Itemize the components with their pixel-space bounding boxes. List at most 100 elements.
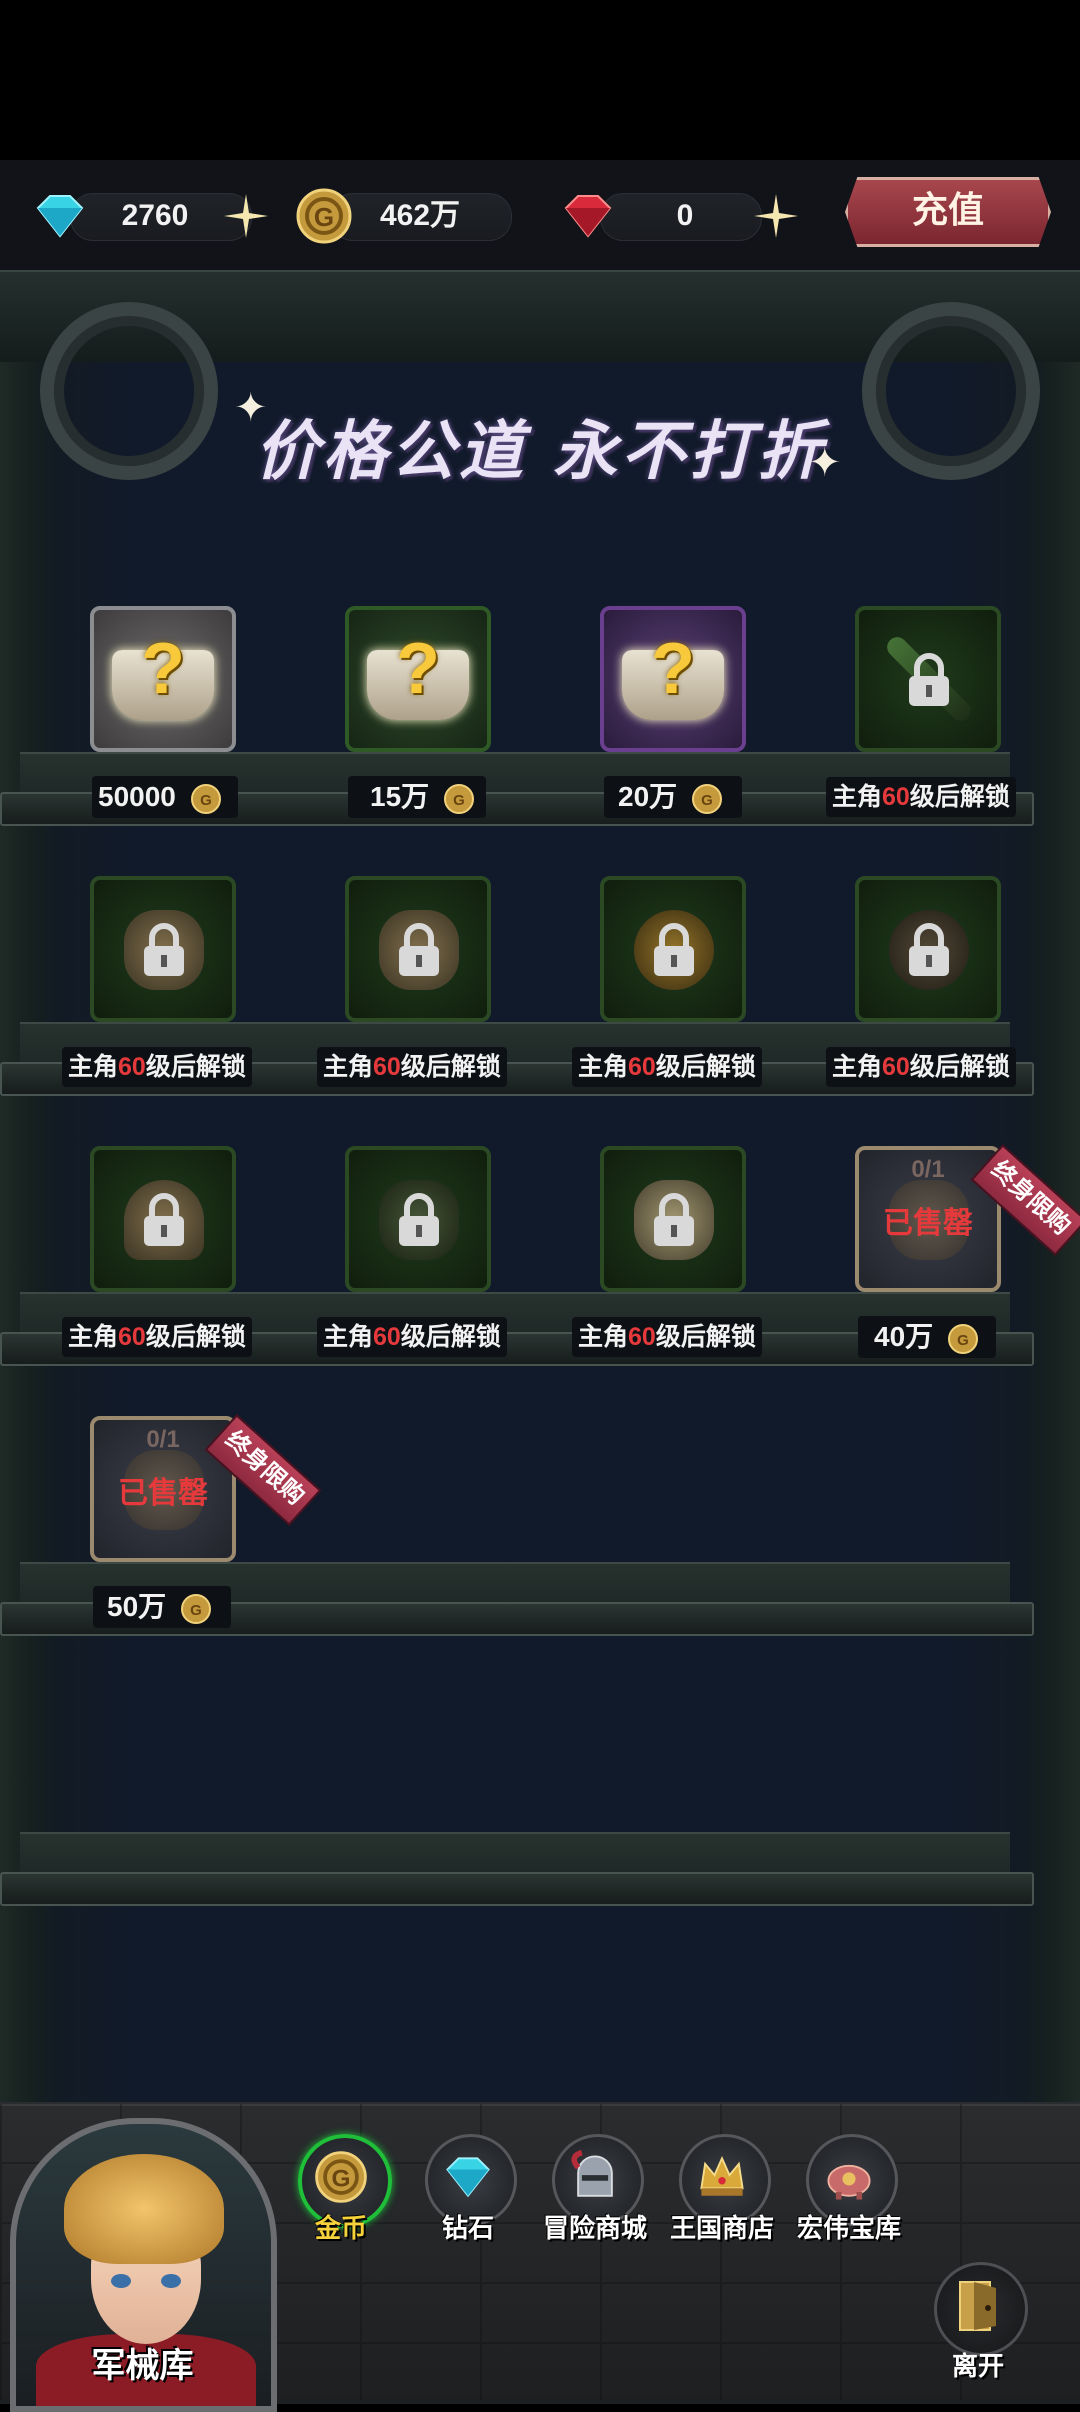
unlock-level: 60 <box>118 1053 146 1081</box>
exit-door-icon <box>959 2281 996 2331</box>
lock-icon <box>654 923 694 976</box>
price-value: 40万 <box>874 1321 934 1352</box>
lock-icon <box>654 1193 694 1246</box>
unlock-prefix: 主角 <box>323 1053 374 1081</box>
tab-grand-vault[interactable]: 宏伟宝库 <box>794 2134 904 2254</box>
locked-item-slot[interactable] <box>90 876 236 1022</box>
unlock-requirement: 主角60级后解锁 <box>317 1047 507 1087</box>
gold-coin-icon: G <box>315 2151 367 2203</box>
gold-coin-icon: G <box>443 783 474 814</box>
lock-icon <box>909 923 949 976</box>
svg-text:G: G <box>453 792 465 809</box>
locked-item-slot[interactable] <box>855 876 1001 1022</box>
tab-gold[interactable]: G 金币 <box>286 2134 396 2254</box>
unlock-requirement: 主角60级后解锁 <box>826 777 1016 817</box>
unlock-prefix: 主角 <box>578 1053 629 1081</box>
locked-item-slot[interactable] <box>855 606 1001 752</box>
locked-item-slot[interactable] <box>90 1146 236 1292</box>
mystery-chest-slot[interactable]: ? <box>600 606 746 752</box>
lock-icon <box>399 923 439 976</box>
sold-out-item-slot[interactable]: 0/1 已售罄 <box>855 1146 1001 1292</box>
locked-item-slot[interactable] <box>345 876 491 1022</box>
price-value: 50000 <box>98 781 176 812</box>
diamond-icon <box>36 195 84 238</box>
unlock-requirement: 主角60级后解锁 <box>826 1047 1016 1087</box>
price-value: 15万 <box>370 781 430 812</box>
unlock-level: 60 <box>373 1053 401 1081</box>
unlock-requirement: 主角60级后解锁 <box>572 1047 762 1087</box>
price-label: 50000 G <box>92 776 238 818</box>
gold-coin-icon: G <box>296 188 352 244</box>
price-label: 50万 G <box>93 1586 231 1628</box>
unlock-prefix: 主角 <box>832 1053 883 1081</box>
svg-text:G: G <box>332 2165 351 2192</box>
slogan-banner: 价格公道 永不打折 <box>0 400 1080 492</box>
unlock-requirement: 主角60级后解锁 <box>62 1047 252 1087</box>
unlock-suffix: 级后解锁 <box>909 783 1010 811</box>
question-mark-icon: ? <box>396 629 440 709</box>
unlock-suffix: 级后解锁 <box>145 1053 246 1081</box>
price-label: 20万 G <box>604 776 742 818</box>
leave-button[interactable]: 离开 <box>928 2262 1028 2392</box>
sold-out-label: 已售罄 <box>118 1477 208 1510</box>
price-value: 20万 <box>618 781 678 812</box>
svg-text:G: G <box>701 792 713 809</box>
armory-label: 军械库 <box>91 2347 194 2385</box>
tab-diamond[interactable]: 钻石 <box>413 2134 523 2254</box>
unlock-prefix: 主角 <box>578 1323 629 1351</box>
unlock-level: 60 <box>882 1053 910 1081</box>
plus-icon[interactable] <box>750 190 802 242</box>
unlock-level: 60 <box>628 1053 656 1081</box>
recharge-button[interactable]: 充值 <box>845 177 1051 247</box>
ruby-icon <box>564 195 612 238</box>
unlock-suffix: 级后解锁 <box>145 1323 246 1351</box>
svg-text:G: G <box>314 202 334 232</box>
question-mark-icon: ? <box>141 629 185 709</box>
locked-item-slot[interactable] <box>600 876 746 1022</box>
unlock-prefix: 主角 <box>832 783 883 811</box>
locked-item-slot[interactable] <box>345 1146 491 1292</box>
slogan-text: 价格公道 永不打折 <box>254 414 826 489</box>
sparkle-icon: ✦ <box>234 386 268 430</box>
unlock-requirement: 主角60级后解锁 <box>317 1317 507 1357</box>
diamond-value: 2760 <box>121 199 189 232</box>
plus-icon[interactable] <box>220 190 272 242</box>
gold-coin-icon: G <box>947 1323 978 1354</box>
lock-icon <box>909 653 949 706</box>
lock-icon <box>144 923 184 976</box>
gold-coin-icon: G <box>691 783 722 814</box>
unlock-suffix: 级后解锁 <box>400 1323 501 1351</box>
unlock-requirement: 主角60级后解锁 <box>572 1317 762 1357</box>
tab-label: 宏伟宝库 <box>796 2213 901 2243</box>
mystery-chest-slot[interactable]: ? <box>90 606 236 752</box>
unlock-suffix: 级后解锁 <box>909 1053 1010 1081</box>
unlock-suffix: 级后解锁 <box>655 1053 756 1081</box>
svg-text:G: G <box>200 792 212 809</box>
leave-label: 离开 <box>951 2351 1004 2381</box>
tab-kingdom-shop[interactable]: 王国商店 <box>667 2134 777 2254</box>
question-mark-icon: ? <box>651 629 695 709</box>
unlock-level: 60 <box>882 783 910 811</box>
gold-coin-icon: G <box>180 1593 211 1624</box>
lock-icon <box>144 1193 184 1246</box>
diamond-icon <box>446 2157 490 2198</box>
unlock-level: 60 <box>118 1323 146 1351</box>
mystery-chest-slot[interactable]: ? <box>345 606 491 752</box>
unlock-level: 60 <box>373 1323 401 1351</box>
unlock-prefix: 主角 <box>68 1053 119 1081</box>
locked-item-slot[interactable] <box>600 1146 746 1292</box>
price-label: 40万 G <box>858 1316 996 1358</box>
svg-text:G: G <box>957 1332 969 1349</box>
unlock-requirement: 主角60级后解锁 <box>62 1317 252 1357</box>
unlock-prefix: 主角 <box>68 1323 119 1351</box>
crown-icon <box>700 2155 744 2196</box>
tab-adventure-mall[interactable]: 冒险商城 <box>540 2134 650 2254</box>
gold-coin-icon: G <box>190 783 221 814</box>
status-bar-area <box>0 0 1080 160</box>
piggy-bank-icon <box>827 2164 871 2200</box>
unlock-suffix: 级后解锁 <box>655 1323 756 1351</box>
knight-helmet-icon <box>571 2149 613 2197</box>
price-label: 15万 G <box>348 776 486 818</box>
shelf <box>0 1832 1034 1906</box>
gold-value: 462万 <box>379 199 461 232</box>
